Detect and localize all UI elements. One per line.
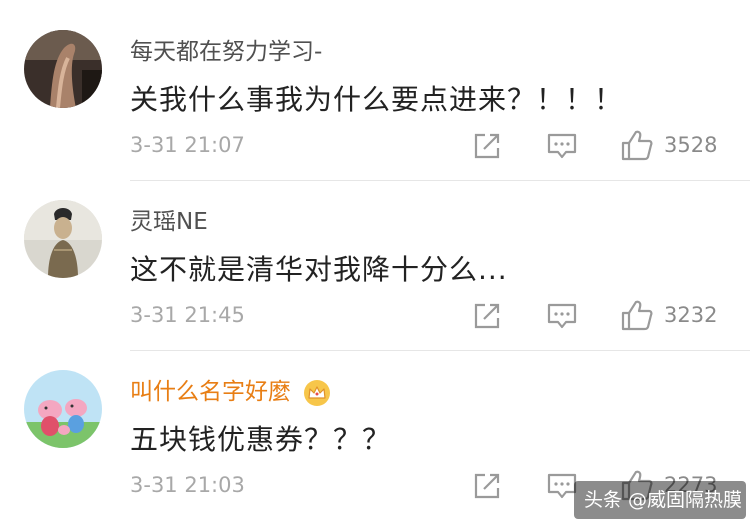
username[interactable]: 每天都在努力学习- (130, 32, 322, 66)
share-icon (474, 133, 500, 159)
share-button[interactable] (470, 298, 504, 334)
vip-crown-icon (304, 379, 331, 406)
username[interactable]: 叫什么名字好麼 (130, 379, 291, 405)
comment-text: 五块钱优惠券？？？ (130, 423, 392, 456)
thumbs-up-icon (621, 130, 653, 161)
comment-text: 关我什么事我为什么要点进来？！！！ (130, 83, 624, 116)
share-icon (474, 473, 500, 499)
timestamp: 3-31 21:07 (130, 133, 245, 157)
avatar[interactable] (24, 200, 102, 278)
like-count: 3528 (664, 133, 718, 157)
comment-icon (547, 133, 577, 159)
share-button[interactable] (470, 468, 504, 504)
share-icon (474, 303, 500, 329)
like-button[interactable]: 3232 (620, 298, 744, 334)
comment-text: 这不就是清华对我降十分么... (130, 253, 508, 286)
comment-item: 灵瑶NE 这不就是清华对我降十分么... 3-31 21:45 3232 (0, 170, 750, 338)
username[interactable]: 灵瑶NE (130, 202, 208, 236)
share-button[interactable] (470, 128, 504, 164)
avatar[interactable] (24, 30, 102, 108)
timestamp: 3-31 21:45 (130, 303, 245, 327)
like-button[interactable]: 3528 (620, 128, 744, 164)
reply-button[interactable] (546, 298, 580, 334)
username-vip[interactable]: 叫什么名字好麼 (130, 372, 332, 407)
watermark: 头条 @威固隔热膜 (574, 481, 746, 519)
timestamp: 3-31 21:03 (130, 473, 245, 497)
comment-icon (547, 303, 577, 329)
avatar[interactable] (24, 370, 102, 448)
reply-button[interactable] (546, 128, 580, 164)
like-count: 3232 (664, 303, 718, 327)
comment-item: 每天都在努力学习- 关我什么事我为什么要点进来？！！！ 3-31 21:07 3… (0, 0, 750, 168)
thumbs-up-icon (621, 300, 653, 331)
